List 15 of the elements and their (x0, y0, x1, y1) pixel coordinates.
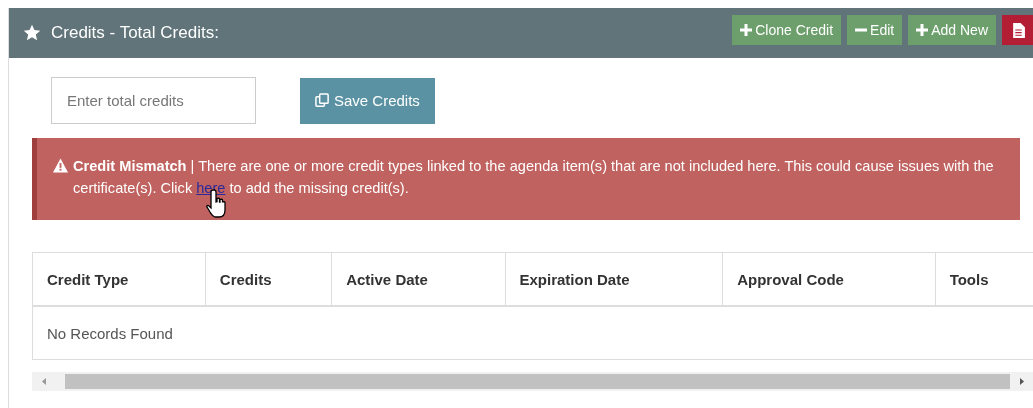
column-header: Tools (935, 252, 1033, 306)
column-header: Credit Type (32, 252, 206, 306)
panel-title: Credits - Total Credits: (51, 23, 219, 43)
column-header: Expiration Date (505, 252, 723, 306)
plus-button[interactable]: Add New (908, 15, 996, 45)
total-credits-field[interactable]: Enter total credits (51, 77, 256, 124)
minus-button[interactable]: Edit (847, 15, 903, 45)
column-header: Active Date (331, 252, 505, 306)
here-link[interactable]: here (196, 180, 226, 196)
alert-message: Credit Mismatch | There are one or more credit types linked to the agenda item(s) that are not included here. This could cause issues with the certificate(s). Click here to add the missing credit(s). (73, 157, 995, 198)
column-header: Credits (205, 252, 332, 306)
save-credits-button[interactable]: Save Credits (300, 77, 435, 124)
plus-button[interactable]: Clone Credit (732, 15, 842, 45)
column-header: Approval Code (722, 252, 936, 306)
empty-table-message: No Records Found (32, 306, 1033, 360)
